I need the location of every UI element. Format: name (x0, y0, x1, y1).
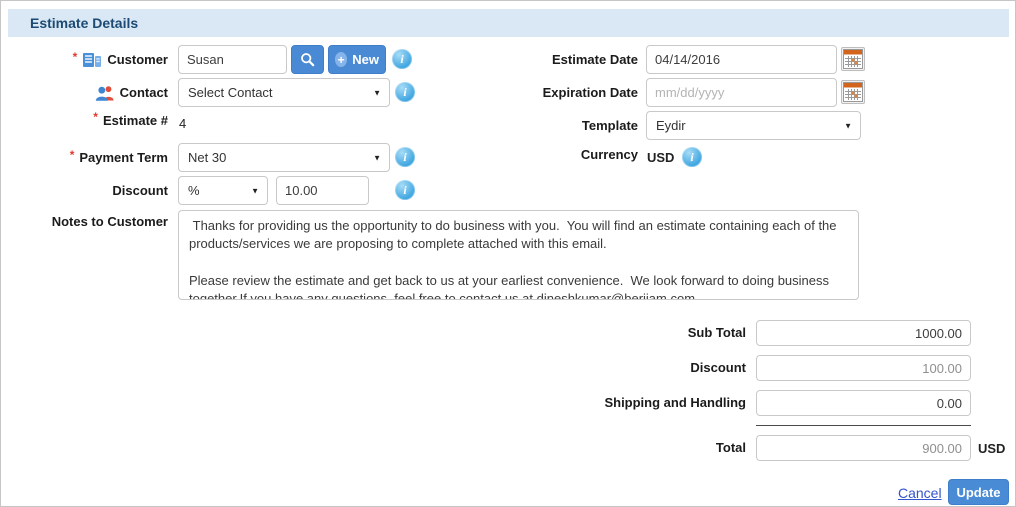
customer-building-icon (82, 51, 102, 68)
total-discount-input (756, 355, 971, 381)
expiration-date-calendar-button[interactable] (841, 80, 865, 104)
customer-info-icon[interactable]: i (392, 49, 412, 69)
discount-label: Discount (112, 183, 168, 198)
required-marker: * (70, 148, 75, 162)
customer-label: Customer (107, 52, 168, 67)
expiration-date-label-cell: Expiration Date (438, 78, 638, 107)
payment-term-select[interactable]: Net 30 ▼ (178, 143, 390, 172)
total-discount-label: Discount (690, 360, 746, 375)
contact-label: Contact (120, 85, 168, 100)
contact-selected-value: Select Contact (188, 85, 273, 100)
estimate-date-label-cell: Estimate Date (438, 45, 638, 74)
shipping-input[interactable] (756, 390, 971, 416)
contact-people-icon (95, 85, 115, 101)
template-select[interactable]: Eydir ▼ (646, 111, 861, 140)
estimate-date-calendar-button[interactable] (841, 47, 865, 71)
estimate-details-panel: Estimate Details * Customer + New i Cont… (0, 0, 1016, 507)
estimate-date-label: Estimate Date (552, 52, 638, 67)
estimate-number-label-cell: * Estimate # (1, 109, 168, 131)
total-input (756, 435, 971, 461)
contact-info-icon[interactable]: i (395, 82, 415, 102)
plus-icon: + (335, 52, 347, 67)
contact-label-cell: Contact (1, 78, 168, 107)
new-button-label: New (352, 52, 379, 67)
payment-term-selected-value: Net 30 (188, 150, 226, 165)
template-selected-value: Eydir (656, 118, 686, 133)
dropdown-arrow-icon: ▼ (373, 153, 381, 162)
sub-total-input[interactable] (756, 320, 971, 346)
currency-label-cell: Currency (438, 143, 638, 165)
required-marker: * (73, 50, 78, 64)
total-label-cell: Total (546, 433, 746, 462)
contact-select[interactable]: Select Contact ▼ (178, 78, 390, 107)
estimate-date-input[interactable] (646, 45, 837, 74)
shipping-label-cell: Shipping and Handling (546, 388, 746, 417)
notes-label: Notes to Customer (52, 214, 168, 229)
sub-total-label: Sub Total (688, 325, 746, 340)
new-customer-button[interactable]: + New (328, 45, 386, 74)
cancel-link[interactable]: Cancel (898, 481, 942, 505)
totals-divider (756, 425, 971, 426)
payment-term-label: Payment Term (79, 150, 168, 165)
payment-term-info-icon[interactable]: i (395, 147, 415, 167)
dropdown-arrow-icon: ▼ (251, 186, 259, 195)
template-label-cell: Template (438, 111, 638, 140)
discount-info-icon[interactable]: i (395, 180, 415, 200)
currency-value: USD (647, 146, 674, 168)
customer-label-cell: * Customer (1, 45, 168, 74)
section-header: Estimate Details (8, 9, 1009, 37)
currency-info-icon[interactable]: i (682, 147, 702, 167)
customer-search-button[interactable] (291, 45, 324, 74)
estimate-number-label: Estimate # (103, 113, 168, 128)
notes-to-customer-textarea[interactable]: Thanks for providing us the opportunity … (178, 210, 859, 300)
page-title: Estimate Details (30, 15, 138, 31)
dropdown-arrow-icon: ▼ (373, 88, 381, 97)
required-marker: * (93, 110, 98, 124)
total-currency-label: USD (978, 437, 1005, 459)
estimate-number-value: 4 (179, 112, 186, 134)
template-label: Template (582, 118, 638, 133)
total-label: Total (716, 440, 746, 455)
calendar-icon (843, 49, 863, 69)
search-icon (300, 52, 315, 67)
discount-label-cell: Discount (1, 176, 168, 205)
dropdown-arrow-icon: ▼ (844, 121, 852, 130)
discount-unit-selected-value: % (188, 183, 200, 198)
calendar-icon (843, 82, 863, 102)
payment-term-label-cell: * Payment Term (1, 143, 168, 172)
expiration-date-label: Expiration Date (543, 85, 638, 100)
total-discount-label-cell: Discount (546, 353, 746, 382)
customer-input[interactable] (178, 45, 287, 74)
discount-value-input[interactable] (276, 176, 369, 205)
discount-unit-select[interactable]: % ▼ (178, 176, 268, 205)
currency-label: Currency (581, 147, 638, 162)
shipping-label: Shipping and Handling (604, 395, 746, 410)
update-button[interactable]: Update (948, 479, 1009, 505)
notes-label-cell: Notes to Customer (1, 210, 168, 232)
expiration-date-input[interactable] (646, 78, 837, 107)
sub-total-label-cell: Sub Total (546, 318, 746, 347)
